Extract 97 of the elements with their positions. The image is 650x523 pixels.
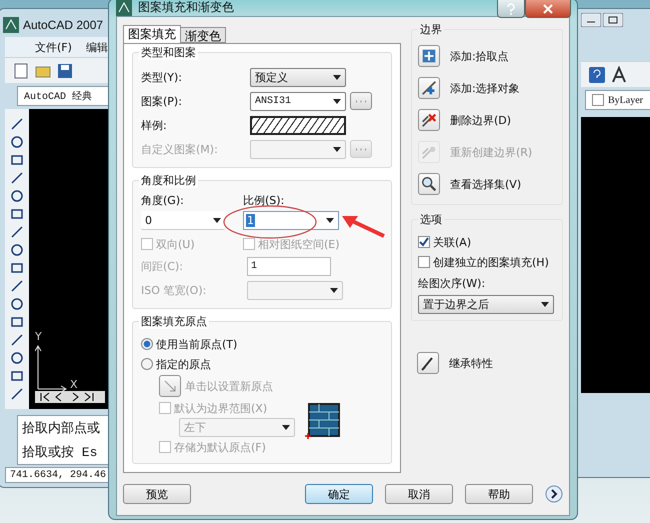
draw-tool-icon[interactable] xyxy=(10,297,24,311)
draw-tool-icon[interactable] xyxy=(10,135,24,149)
axis-label: Y xyxy=(35,330,43,343)
inherit-button[interactable] xyxy=(417,352,439,374)
group-title: 角度和比例 xyxy=(139,173,198,188)
radio-button[interactable]: 使用当前原点(T) xyxy=(141,334,383,354)
draw-tool-icon[interactable] xyxy=(10,387,24,401)
maximize-icon[interactable] xyxy=(603,13,623,27)
caret-icon xyxy=(333,74,341,80)
draw-tool-icon[interactable] xyxy=(10,207,24,221)
hatch-plus-icon xyxy=(420,47,438,65)
tab[interactable]: 渐变色 xyxy=(180,27,226,43)
dialog-button[interactable]: 确定 xyxy=(305,484,373,504)
draw-tool-icon[interactable] xyxy=(10,279,24,293)
boundary-button[interactable] xyxy=(418,109,440,131)
field-label: 间距(C): xyxy=(141,258,184,274)
hatch-swatch[interactable] xyxy=(250,116,346,134)
magnifier-icon xyxy=(420,175,438,193)
app-logo-icon xyxy=(3,17,19,33)
caret-icon xyxy=(333,146,341,152)
dropdown[interactable]: ANSI31 xyxy=(250,92,346,110)
group-title: 边界 xyxy=(418,22,444,37)
ucs-axes-icon xyxy=(35,343,67,391)
button-label: 单击以设置新原点 xyxy=(185,378,273,394)
angle-dropdown[interactable]: 0 xyxy=(141,211,225,230)
close-button[interactable] xyxy=(525,0,571,18)
tab[interactable]: 图案填充 xyxy=(123,25,181,43)
field-label: 样例: xyxy=(141,118,168,132)
draw-tool-icon[interactable] xyxy=(10,351,24,365)
radio-button[interactable]: 指定的原点 xyxy=(141,354,383,374)
scale-dropdown[interactable]: 1 xyxy=(243,211,339,230)
draw-tool-icon[interactable] xyxy=(10,261,24,275)
caret-icon xyxy=(326,218,334,223)
layer-dropdown[interactable]: ByLayer xyxy=(585,90,650,110)
button-label: 添加:拾取点 xyxy=(450,48,509,64)
new-file-icon[interactable] xyxy=(13,62,29,78)
hatch-cross-icon xyxy=(420,111,438,129)
draw-tool-icon[interactable] xyxy=(10,243,24,257)
checkbox[interactable]: 创建独立的图案填充(H) xyxy=(418,252,556,272)
checkbox[interactable]: 关联(A) xyxy=(418,232,556,252)
boundary-button[interactable] xyxy=(418,45,440,67)
field-label: 比例(S): xyxy=(243,193,286,208)
button-label: 查看选择集(V) xyxy=(450,176,522,192)
draw-tool-icon[interactable] xyxy=(10,333,24,347)
boundary-button[interactable] xyxy=(418,77,440,99)
axis-label: X xyxy=(70,378,78,391)
app-logo-icon xyxy=(116,0,132,16)
field-label: 图案(P): xyxy=(141,94,183,108)
draw-tool-icon[interactable] xyxy=(10,189,24,203)
draw-tool-icon[interactable] xyxy=(10,315,24,329)
button-label: 添加:选择对象 xyxy=(450,80,520,96)
dialog-button[interactable]: 帮助 xyxy=(465,484,533,504)
field-label: 自定义图案(M): xyxy=(141,142,219,156)
caret-icon xyxy=(330,288,338,292)
button-label: 重新创建边界(R) xyxy=(450,144,532,160)
help-icon[interactable] xyxy=(589,66,605,82)
more-options-icon[interactable] xyxy=(545,485,563,503)
group-title: 选项 xyxy=(418,212,444,227)
browse-button[interactable] xyxy=(350,92,372,110)
menu-item[interactable]: 文件(F) xyxy=(35,40,72,54)
field-label: 绘图次序(W): xyxy=(418,276,486,291)
dialog-title: 图案填充和渐变色 xyxy=(138,0,234,16)
field-label: 类型(Y): xyxy=(141,70,184,84)
window-title: AutoCAD 2007 xyxy=(23,18,104,32)
draw-tool-icon[interactable] xyxy=(10,117,24,131)
button-label: 继承特性 xyxy=(449,356,493,370)
command-line: 拾取内部点或 xyxy=(22,420,100,437)
help-button[interactable] xyxy=(497,0,525,18)
checkmark-icon xyxy=(419,237,429,247)
layout-navigation-icon[interactable] xyxy=(35,391,105,403)
hatch-plus-icon xyxy=(420,79,438,97)
field-label: ISO 笔宽(O): xyxy=(141,282,208,298)
draw-tool-icon[interactable] xyxy=(10,171,24,185)
caret-icon xyxy=(541,302,549,307)
minimize-icon[interactable] xyxy=(581,13,601,27)
preview-button[interactable]: 预览 xyxy=(123,484,191,504)
boundary-button[interactable] xyxy=(418,173,440,195)
caret-icon xyxy=(333,98,341,104)
field-label: 角度(G): xyxy=(141,193,185,208)
draw-tool-icon[interactable] xyxy=(10,369,24,383)
button-label: 删除边界(D) xyxy=(450,112,512,128)
dropdown[interactable]: 预定义 xyxy=(250,68,346,86)
caret-icon xyxy=(213,218,221,222)
question-mark-icon xyxy=(507,2,515,14)
group-title: 图案填充原点 xyxy=(139,314,209,329)
dialog-button[interactable]: 取消 xyxy=(385,484,453,504)
draw-order-dropdown[interactable]: 置于边界之后 xyxy=(418,295,554,314)
draw-tool-icon[interactable] xyxy=(10,153,24,167)
menu-item[interactable]: 编辑 xyxy=(86,40,108,54)
group-title: 类型和图案 xyxy=(139,45,198,60)
draw-tool-icon[interactable] xyxy=(10,225,24,239)
text-style-icon[interactable] xyxy=(611,66,629,84)
close-icon xyxy=(543,4,553,14)
coordinates: 741.6634, 294.46 xyxy=(10,470,106,480)
command-line: 拾取或按 Es xyxy=(22,444,98,461)
brick-wall-icon xyxy=(305,400,343,440)
caret-icon xyxy=(282,425,290,430)
